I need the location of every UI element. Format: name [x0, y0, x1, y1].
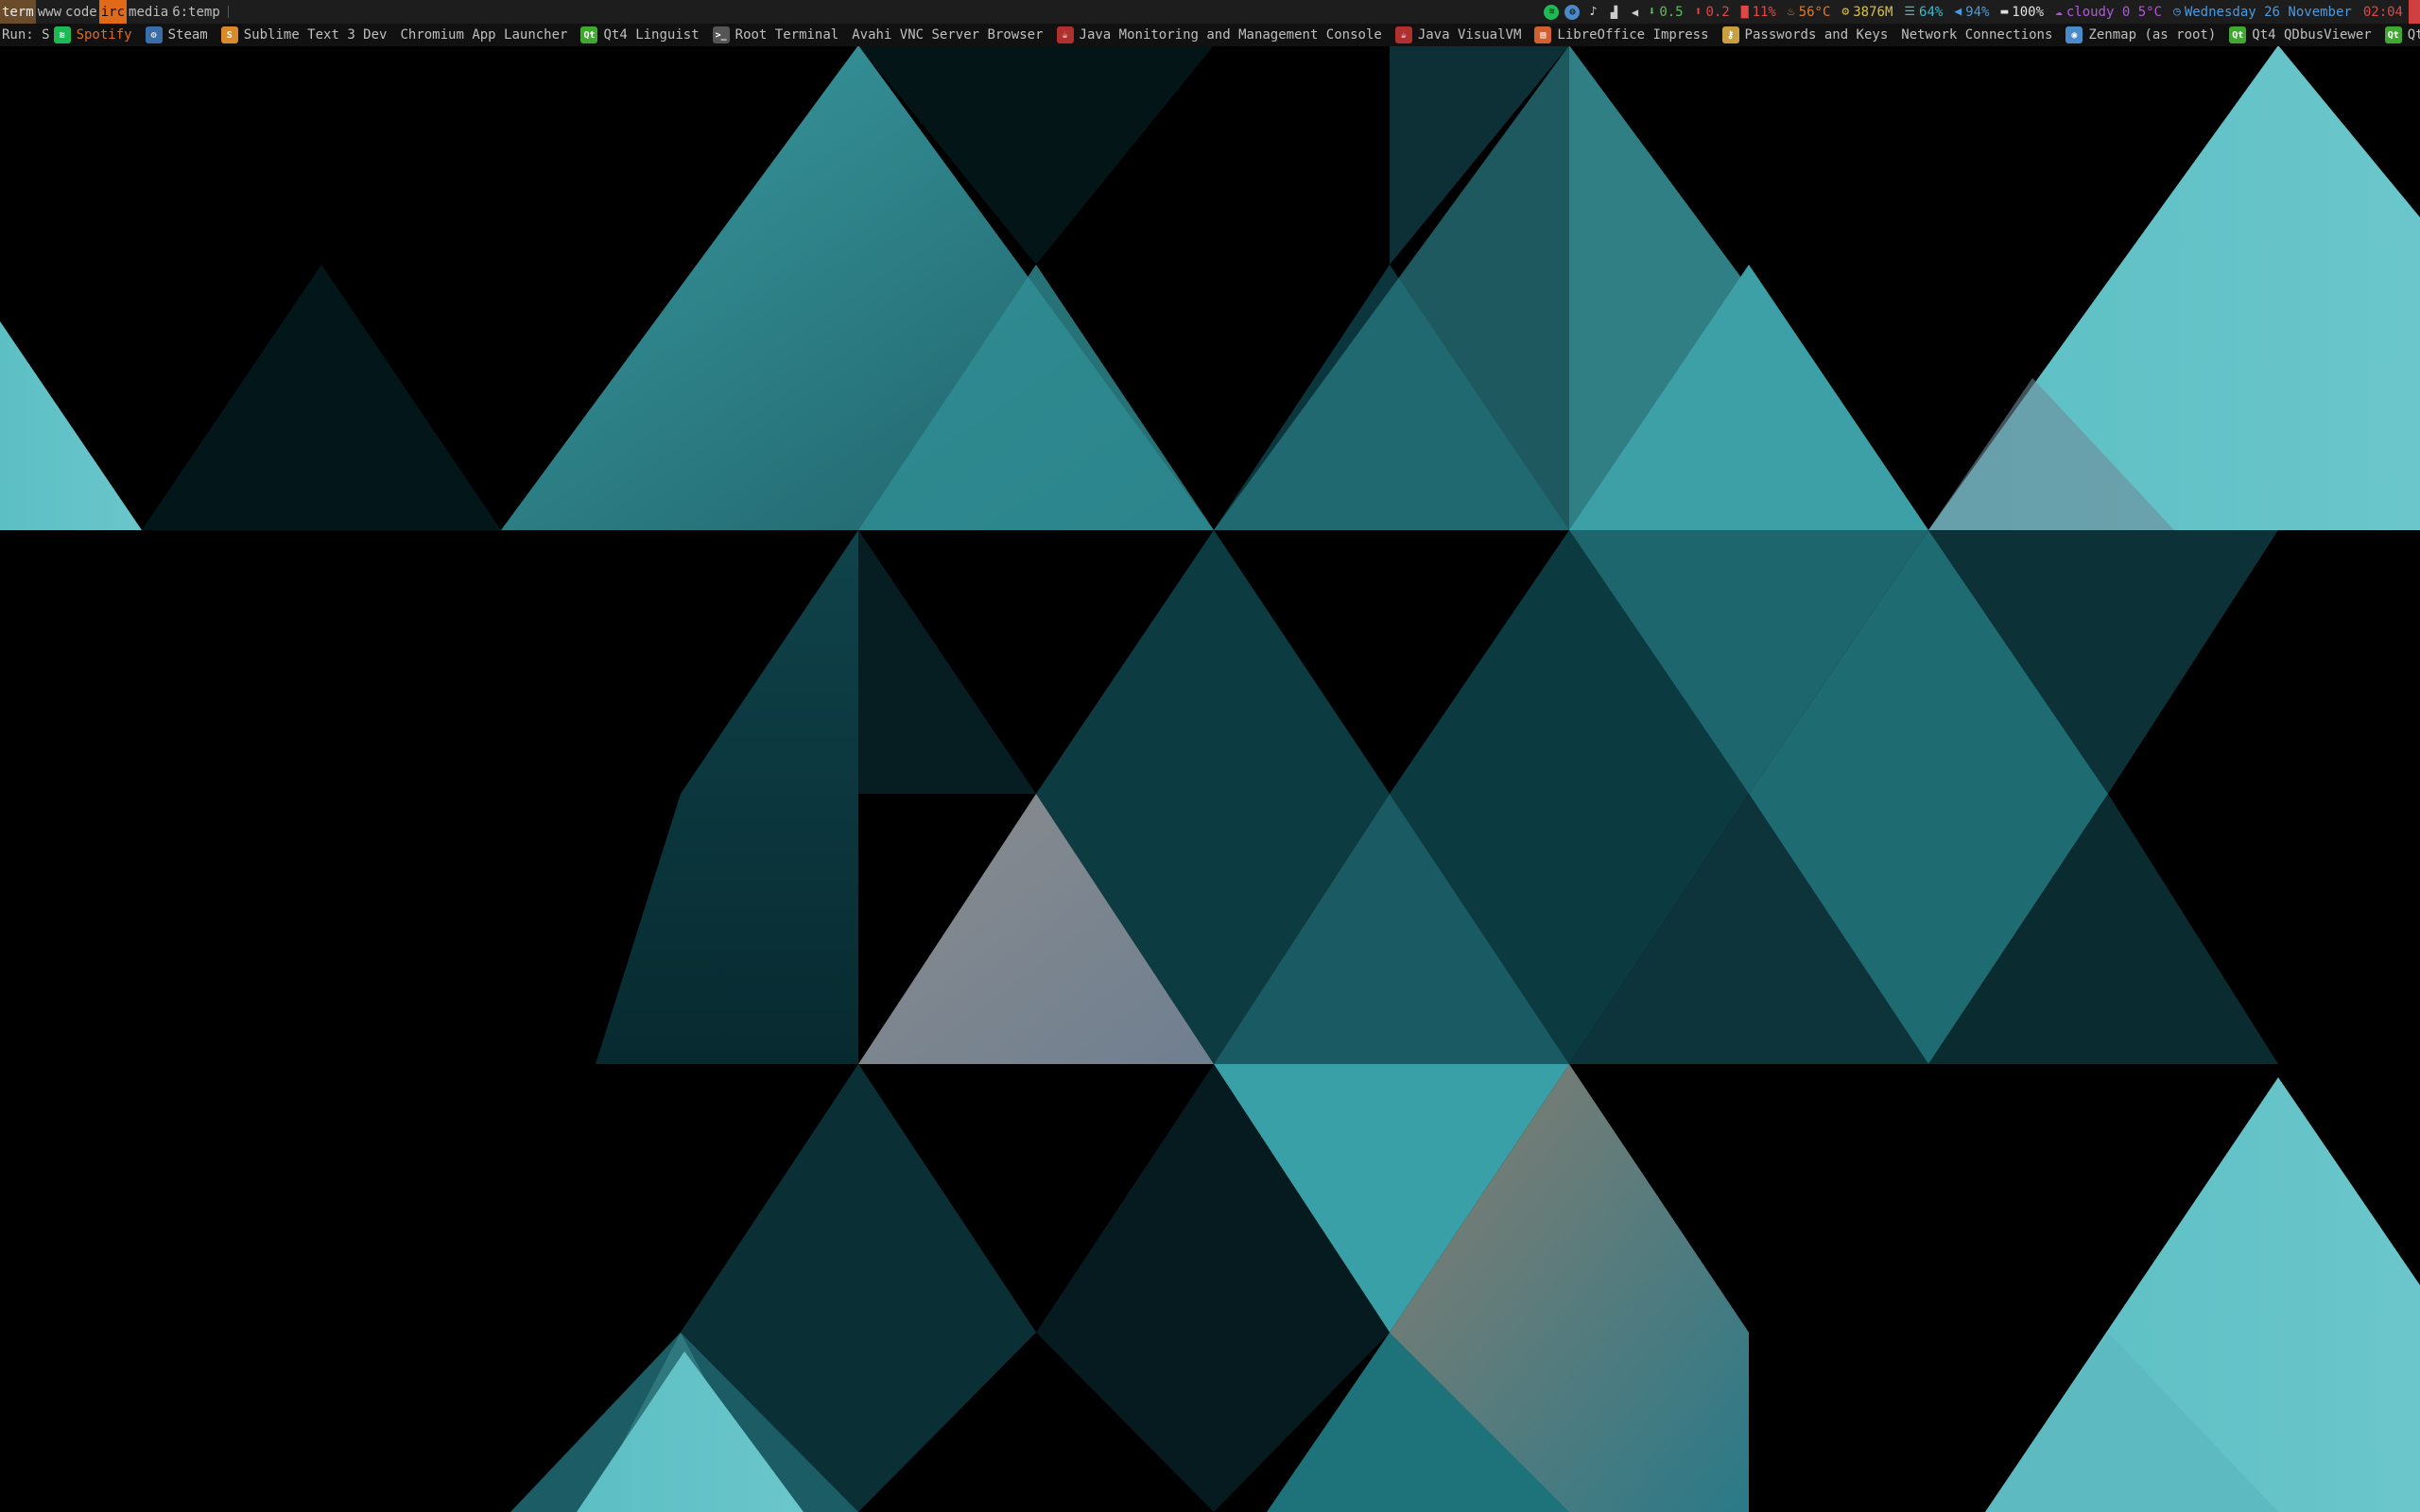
launcher-item[interactable]: Qt Qt4 Assistant [2384, 24, 2420, 46]
launcher-item[interactable]: Avahi VNC Server Browser [852, 24, 1043, 46]
launcher-item[interactable]: ◉ Zenmap (as root) [2066, 24, 2216, 46]
mute-icon[interactable]: ◀ [1627, 5, 1642, 20]
launcher-label: LibreOffice Impress [1557, 27, 1709, 43]
qt-icon: Qt [2229, 26, 2247, 43]
launcher-label: Qt4 QDbusViewer [2252, 27, 2372, 43]
clock-icon: ◷ [2173, 5, 2181, 19]
disk-icon: ☰ [1904, 5, 1916, 19]
keys-icon: ⚷ [1721, 26, 1739, 43]
launcher-label: Qt4 Assistant [2407, 27, 2420, 43]
launcher-label: Root Terminal [735, 27, 839, 43]
download-arrow-icon: ⬇ [1648, 5, 1656, 19]
launcher-label: Avahi VNC Server Browser [852, 27, 1044, 43]
date-indicator[interactable]: ◷ Wednesday 26 November [2173, 0, 2352, 24]
launcher-item[interactable]: ▤ LibreOffice Impress [1534, 24, 1709, 46]
eye-icon: ◉ [2066, 26, 2083, 43]
net-up-value: 0.2 [1705, 4, 1730, 20]
run-prompt[interactable]: Run: S [2, 27, 50, 43]
workspace-code[interactable]: code [63, 0, 99, 24]
desktop-wallpaper [0, 0, 2420, 1512]
launcher-label: Passwords and Keys [1744, 27, 1889, 43]
steam-icon: ⚙ [145, 26, 163, 43]
workspace-www[interactable]: www [36, 0, 63, 24]
launcher-label: Sublime Text 3 Dev [243, 27, 388, 43]
bar-chart-icon: ▇ [1740, 5, 1749, 19]
workspace-media[interactable]: media [127, 0, 170, 24]
impress-icon: ▤ [1534, 26, 1552, 43]
launcher-item[interactable]: Qt Qt4 QDbusViewer [2229, 24, 2372, 46]
sublime-icon: S [220, 26, 238, 43]
launcher-item[interactable]: ≋ Spotify [53, 24, 132, 46]
chip-icon: ⚙ [1841, 5, 1850, 19]
top-panel: term www code irc media 6:temp ≋ ◍ ♪ ▟ ◀… [0, 0, 2420, 24]
launcher-label: Steam [167, 27, 208, 43]
workspace-separator [227, 6, 229, 18]
java-icon: ☕ [1394, 26, 1412, 43]
launcher-label: Chromium App Launcher [400, 27, 568, 43]
panel-end-block [2409, 0, 2420, 24]
launcher-item[interactable]: ☕ Java Monitoring and Management Console [1056, 24, 1382, 46]
launcher-item[interactable]: Network Connections [1901, 24, 2052, 46]
workspace-list: term www code irc media 6:temp [0, 0, 234, 24]
launcher-item[interactable]: Chromium App Launcher [400, 24, 567, 46]
date-value: Wednesday 26 November [2184, 4, 2352, 20]
java-icon: ☕ [1056, 26, 1074, 43]
run-launcher-bar: Run: S ≋ Spotify ⚙ Steam S Sublime Text 3 Dev… [0, 24, 2420, 46]
volume-indicator[interactable]: ◀ 94% [1954, 0, 1989, 24]
signal-icon[interactable]: ▟ [1606, 5, 1621, 20]
net-down-value: 0.5 [1659, 4, 1684, 20]
launcher-list: ≋ Spotify ⚙ Steam S Sublime Text 3 Dev Chromiu… [53, 24, 2420, 46]
launcher-label: Java VisualVM [1417, 27, 1522, 43]
workspace-temp[interactable]: 6:temp [170, 0, 222, 24]
qt-icon: Qt [580, 26, 598, 43]
status-area: ≋ ◍ ♪ ▟ ◀ ⬇ 0.5 ⬆ 0.2 ▇ 11% ♨ 56°C ⚙ 387… [1544, 0, 2420, 24]
launcher-item[interactable]: ⚙ Steam [145, 24, 208, 46]
launcher-item[interactable]: >_ Root Terminal [712, 24, 839, 46]
qt-icon: Qt [2384, 26, 2402, 43]
launcher-item[interactable]: S Sublime Text 3 Dev [220, 24, 388, 46]
spotify-tray-icon[interactable]: ≋ [1544, 4, 1560, 20]
spotify-icon: ≋ [53, 26, 71, 43]
launcher-item[interactable]: ⚷ Passwords and Keys [1721, 24, 1889, 46]
disk-indicator: ☰ 64% [1904, 0, 1943, 24]
speaker-icon: ◀ [1954, 5, 1962, 19]
net-down-indicator: ⬇ 0.5 [1648, 0, 1683, 24]
launcher-label: Network Connections [1901, 27, 2053, 43]
workspace-irc[interactable]: irc [98, 0, 128, 24]
battery-value: 100% [2012, 4, 2045, 20]
weather-indicator: ☁ cloudy 0 5°C [2055, 0, 2162, 24]
terminal-icon: >_ [712, 26, 730, 43]
battery-indicator: ▬ 100% [2000, 0, 2044, 24]
temp-value: 56°C [1798, 4, 1831, 20]
bell-icon[interactable]: ♪ [1585, 5, 1600, 20]
fire-icon: ♨ [1787, 5, 1795, 19]
cpu-value: 11% [1752, 4, 1776, 20]
memory-indicator: ⚙ 3876M [1841, 0, 1893, 24]
time-value: 02:04 [2362, 4, 2403, 20]
launcher-item[interactable]: ☕ Java VisualVM [1394, 24, 1522, 46]
memory-value: 3876M [1853, 4, 1893, 20]
chromium-tray-icon[interactable]: ◍ [1564, 4, 1581, 20]
weather-value: cloudy 0 5°C [2066, 4, 2162, 20]
workspace-term[interactable]: term [0, 0, 36, 24]
launcher-label: Qt4 Linguist [603, 27, 700, 43]
disk-value: 64% [1919, 4, 1944, 20]
volume-value: 94% [1965, 4, 1990, 20]
launcher-label: Java Monitoring and Management Console [1079, 27, 1382, 43]
temp-indicator: ♨ 56°C [1788, 0, 1831, 24]
launcher-label: Zenmap (as root) [2088, 27, 2217, 43]
cpu-indicator: ▇ 11% [1741, 0, 1776, 24]
upload-arrow-icon: ⬆ [1694, 5, 1703, 19]
battery-icon: ▬ [2000, 5, 2009, 19]
launcher-label: Spotify [76, 27, 132, 43]
time-indicator[interactable]: 02:04 [2363, 0, 2403, 24]
net-up-indicator: ⬆ 0.2 [1695, 0, 1730, 24]
cloud-icon: ☁ [2055, 5, 2063, 19]
launcher-item[interactable]: Qt Qt4 Linguist [580, 24, 700, 46]
